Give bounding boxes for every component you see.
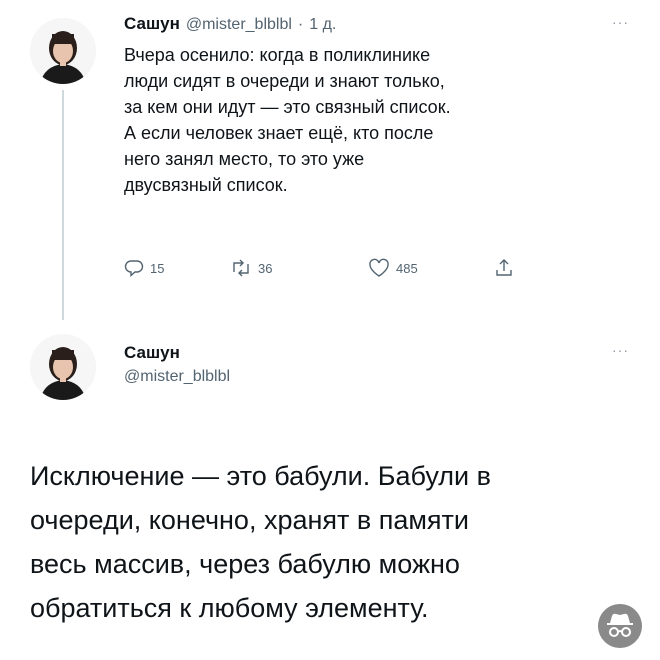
avatar[interactable]	[30, 334, 96, 400]
tweet-text-line: Исключение — это бабули. Бабули в	[30, 461, 491, 491]
tweet-text-line: за кем они идут — это связный список.	[124, 97, 451, 117]
tweet-text-line: обратиться к любому элементу.	[30, 593, 429, 623]
thread-line	[62, 90, 64, 320]
reply-count: 15	[150, 260, 165, 276]
tweet-text-line: очереди, конечно, хранят в памяти	[30, 505, 469, 535]
more-icon[interactable]: ···	[612, 14, 629, 30]
retweet-icon	[233, 259, 249, 277]
share-button[interactable]	[494, 258, 514, 278]
avatar-image	[30, 334, 96, 400]
tweet-text-line: весь массив, через бабулю можно	[30, 549, 460, 579]
like-icon	[369, 258, 389, 277]
tweet-text: Исключение — это бабули. Бабули в очеред…	[30, 454, 660, 630]
retweet-count: 36	[258, 260, 273, 276]
tweet-actions: 15 36 485	[124, 258, 514, 278]
author-handle[interactable]: @mister_blblbl	[124, 368, 230, 386]
author-handle[interactable]: @mister_blblbl	[186, 16, 292, 34]
more-icon[interactable]: ···	[612, 342, 629, 358]
avatar[interactable]	[30, 18, 96, 84]
tweet-text-line: него занял место, то это уже	[124, 149, 365, 169]
tweet-header: Сашун @mister_blblbl · 1 д.	[124, 14, 336, 34]
tweet-text-line: двусвязный список.	[124, 175, 288, 195]
like-button[interactable]: 485	[368, 258, 494, 278]
share-icon	[496, 259, 512, 276]
tweet-text-line: Вчера осенило: когда в поликлинике	[124, 45, 431, 65]
like-count: 485	[396, 260, 418, 276]
reply-button[interactable]: 15	[124, 258, 230, 278]
author-name[interactable]: Сашун	[124, 343, 180, 363]
separator-dot: ·	[297, 16, 304, 33]
tweet-text-line: люди сидят в очереди и знают только,	[124, 71, 445, 91]
reply-icon	[124, 260, 144, 278]
author-name[interactable]: Сашун	[124, 14, 180, 34]
incognito-icon	[598, 604, 642, 648]
avatar-image	[30, 18, 96, 84]
tweet-time[interactable]: 1 д.	[309, 16, 336, 34]
retweet-button[interactable]: 36	[230, 258, 368, 278]
tweet-text-line: А если человек знает ещё, кто после	[124, 123, 434, 143]
tweet-text: Вчера осенило: когда в поликлинике люди …	[124, 42, 594, 198]
